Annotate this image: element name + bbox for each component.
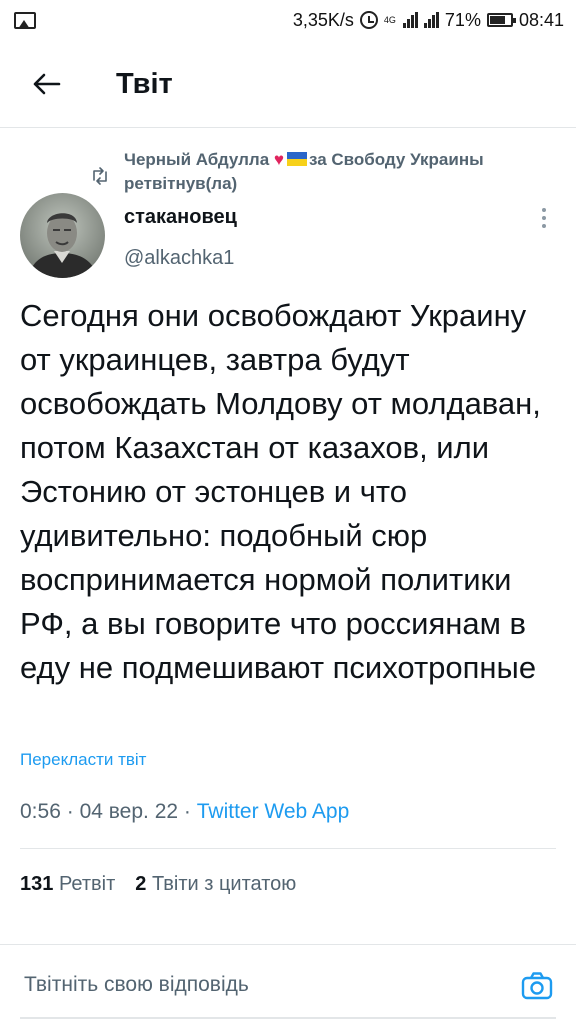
tweet-date: 04 вер. 22 <box>79 800 179 823</box>
quotes-label: Твіти з цитатою <box>151 873 297 895</box>
avatar-image <box>20 193 105 278</box>
author-name[interactable]: стакановец <box>124 206 237 229</box>
network-type: 4G <box>383 15 396 25</box>
translate-tweet-link[interactable]: Перекласти твіт <box>20 750 146 770</box>
retweets-count: 131 <box>20 873 54 895</box>
top-app-bar: Твіт <box>0 40 576 128</box>
camera-icon[interactable] <box>520 969 554 1003</box>
page-title: Твіт <box>116 68 173 100</box>
back-button[interactable] <box>26 64 66 104</box>
alarm-icon <box>359 11 378 29</box>
heart-icon: ♥ <box>273 150 284 169</box>
tweet-time: 0:56 <box>20 800 61 823</box>
signal-icon-2 <box>423 12 439 28</box>
status-bar: 3,35K/s 4G 71% 08:41 <box>0 0 576 40</box>
meta-separator-2: · <box>183 800 191 823</box>
tweet-text: Сегодня они освобождают Украину от украи… <box>20 298 541 685</box>
reply-bar: Твітніть свою відповідь <box>0 944 576 1024</box>
retweeter-name-suffix: за Свободу Украины <box>308 150 484 169</box>
battery-icon <box>486 13 516 27</box>
divider <box>20 848 556 849</box>
retweet-icon <box>93 167 107 185</box>
more-dots-icon <box>542 208 546 212</box>
retweeter-name: Черный Абдулла <box>124 150 270 169</box>
signal-icon <box>402 12 418 28</box>
arrow-left-icon <box>33 73 61 95</box>
avatar[interactable] <box>20 193 105 278</box>
battery-percent: 71% <box>444 9 481 30</box>
retweeted-by-text[interactable]: Черный Абдулла ♥ за Свободу Украины ретві… <box>124 148 564 196</box>
network-speed: 3,35K/s <box>292 9 354 30</box>
tweet-metadata: 0:56 · 04 вер. 22 · Twitter Web App <box>20 800 349 824</box>
reply-underline <box>20 1017 556 1019</box>
clock: 08:41 <box>518 9 564 30</box>
ukraine-flag-icon <box>286 152 307 166</box>
quotes-count: 2 <box>135 873 147 895</box>
meta-separator: · <box>66 800 74 823</box>
author-handle[interactable]: @alkachka1 <box>124 247 234 270</box>
retweets-label: Ретвіт <box>58 873 116 895</box>
more-options-button[interactable] <box>534 206 554 230</box>
retweets-stat[interactable]: 131 Ретвіт <box>20 873 115 896</box>
tweet-stats: 131 Ретвіт 2 Твіти з цитатою <box>20 873 296 896</box>
image-icon <box>14 11 36 29</box>
reply-input[interactable]: Твітніть свою відповідь <box>24 973 249 997</box>
quote-tweets-stat[interactable]: 2 Твіти з цитатою <box>135 873 296 896</box>
retweeted-label: ретвітнув(ла) <box>124 174 238 193</box>
tweet-source-app[interactable]: Twitter Web App <box>197 800 350 823</box>
